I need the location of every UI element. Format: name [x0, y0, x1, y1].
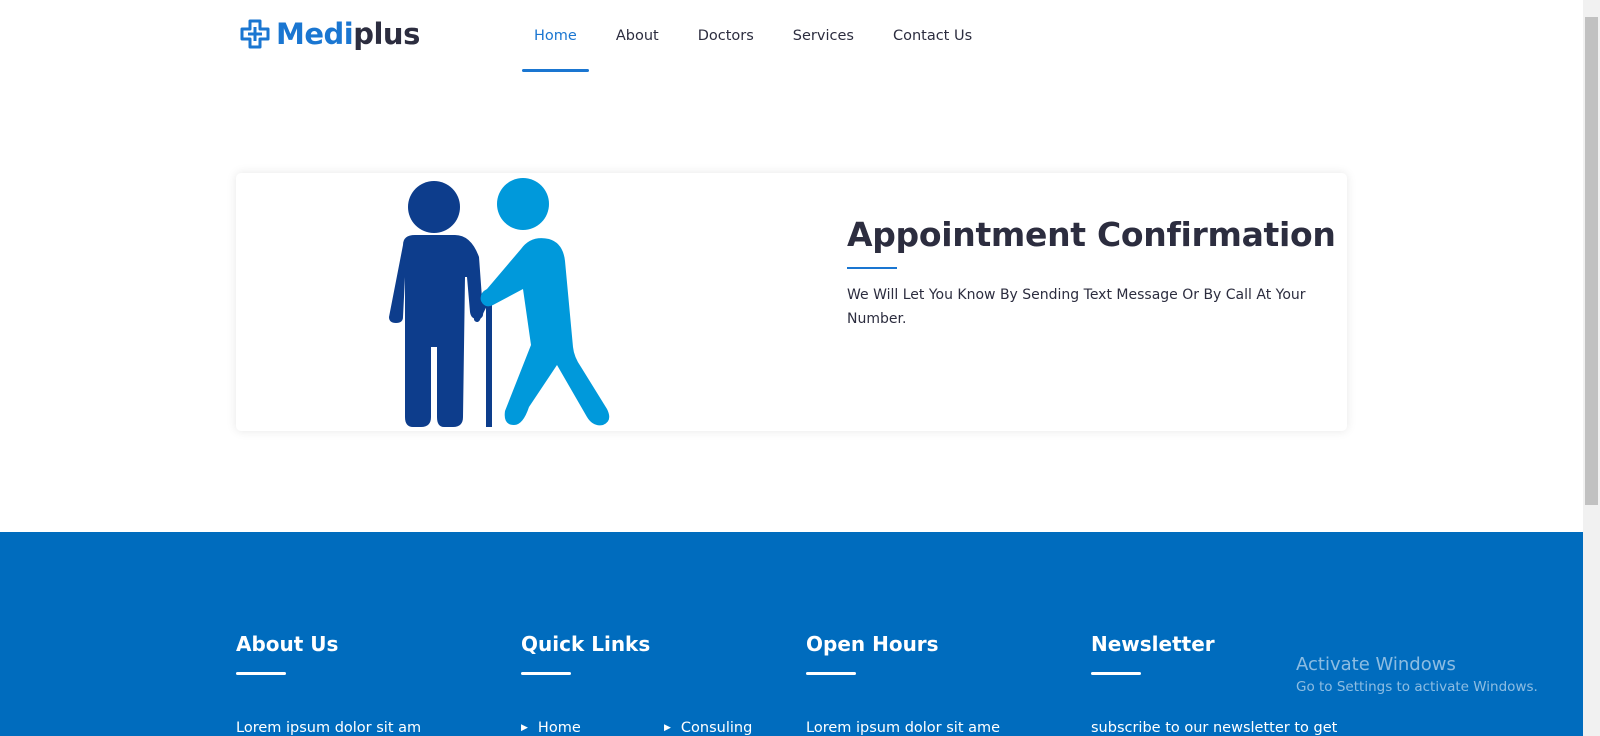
site-footer: About Us Lorem ipsum dolor sit am Quick …: [0, 532, 1583, 736]
footer-newsletter-title: Newsletter: [1091, 632, 1215, 656]
site-header: Mediplus Home About Doctors Services Con…: [0, 0, 1583, 72]
appointment-card: Appointment Confirmation We Will Let You…: [236, 173, 1347, 431]
brand-name-plus: plus: [353, 17, 420, 51]
brand-name-medi: Medi: [276, 17, 354, 51]
footer-open-hours-text: Lorem ipsum dolor sit ame: [806, 720, 1001, 736]
footer-newsletter-underline: [1091, 672, 1141, 675]
footer-open-hours-underline: [806, 672, 856, 675]
windows-activation-watermark: Activate Windows Go to Settings to activ…: [1296, 654, 1538, 695]
page-scrollbar[interactable]: [1583, 0, 1600, 736]
footer-quick-links-column: Quick Links: [521, 632, 650, 675]
appointment-title: Appointment Confirmation: [847, 215, 1336, 254]
watermark-line-2: Go to Settings to activate Windows.: [1296, 679, 1538, 695]
scrollbar-thumb[interactable]: [1585, 17, 1598, 505]
footer-about-column: About Us: [236, 632, 338, 675]
title-underline: [847, 267, 897, 269]
medical-cross-icon: [240, 19, 270, 49]
footer-link-consuling[interactable]: ▶ Consuling: [664, 720, 752, 736]
nav-item-about[interactable]: About: [604, 0, 671, 72]
brand-name: Mediplus: [276, 16, 420, 52]
footer-open-hours-column: Open Hours: [806, 632, 939, 675]
footer-quick-links-title: Quick Links: [521, 632, 651, 656]
footer-about-text: Lorem ipsum dolor sit am: [236, 720, 422, 736]
caret-right-icon: ▶: [664, 723, 671, 733]
elderly-person-helped-icon: [389, 178, 610, 427]
nav-item-services[interactable]: Services: [781, 0, 866, 72]
appointment-description: We Will Let You Know By Sending Text Mes…: [847, 287, 1306, 327]
watermark-line-1: Activate Windows: [1296, 654, 1456, 675]
footer-link-label: Consuling: [680, 720, 753, 736]
footer-newsletter-text: subscribe to our newsletter to get: [1091, 720, 1338, 736]
footer-link-label: Home: [537, 720, 581, 736]
nav-item-doctors[interactable]: Doctors: [686, 0, 766, 72]
footer-newsletter-column: Newsletter: [1091, 632, 1215, 675]
footer-about-title: About Us: [236, 632, 339, 656]
brand-logo[interactable]: Mediplus: [240, 16, 420, 52]
footer-open-hours-title: Open Hours: [806, 632, 939, 656]
nav-item-contact-us[interactable]: Contact Us: [881, 0, 984, 72]
footer-about-underline: [236, 672, 286, 675]
nav-item-home[interactable]: Home: [522, 0, 589, 72]
footer-link-home[interactable]: ▶ Home: [521, 720, 581, 736]
main-nav: Home About Doctors Services Contact Us: [522, 0, 999, 72]
caret-right-icon: ▶: [521, 723, 528, 733]
footer-quick-links-underline: [521, 672, 571, 675]
